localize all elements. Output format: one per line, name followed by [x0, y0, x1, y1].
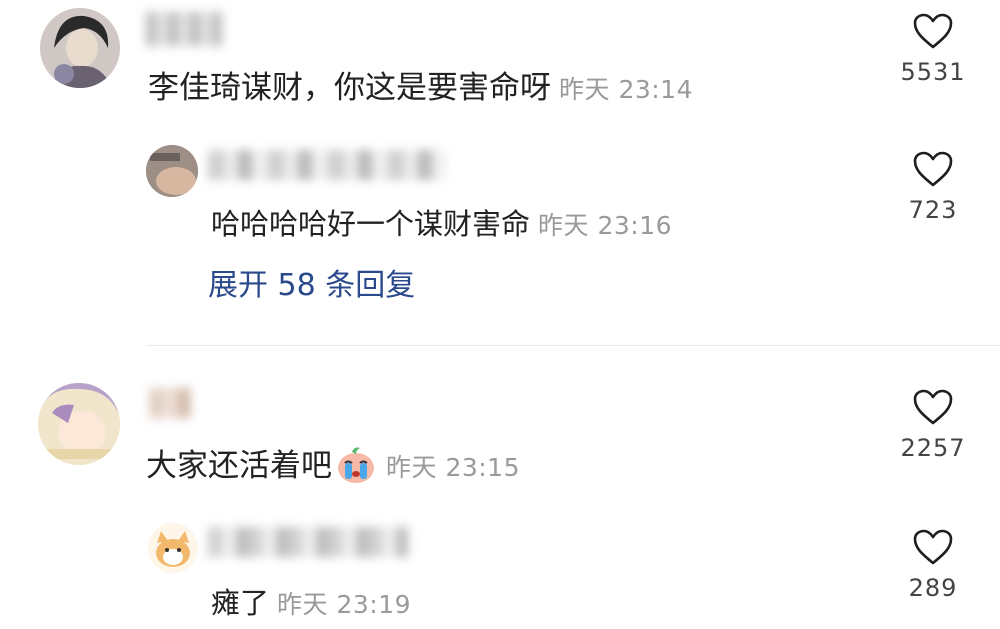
comment-body: 大家还活着吧	[146, 448, 332, 484]
reply-text: 哈哈哈哈好一个谋财害命 昨天 23:16	[211, 205, 672, 245]
avatar[interactable]	[38, 383, 120, 465]
heart-icon	[913, 151, 953, 187]
comment-time: 昨天 23:14	[559, 75, 693, 104]
reply-text: 瘫了 昨天 23:19	[211, 584, 411, 624]
like-button[interactable]: 289	[888, 528, 978, 602]
heart-icon	[913, 389, 953, 425]
username-blurred[interactable]	[208, 527, 408, 557]
comment-text: 大家还活着吧 昨天 23:15	[146, 444, 520, 494]
like-button[interactable]: 2257	[888, 388, 978, 462]
avatar[interactable]	[146, 145, 198, 197]
like-count: 723	[908, 196, 958, 224]
heart-icon	[913, 13, 953, 49]
comment-body: 李佳琦谋财，你这是要害命呀	[148, 70, 551, 106]
reply-time: 昨天 23:16	[538, 211, 673, 240]
username-blurred[interactable]	[208, 150, 446, 180]
expand-replies-link[interactable]: 展开 58 条回复	[208, 266, 415, 306]
like-count: 5531	[900, 58, 966, 86]
avatar[interactable]	[40, 8, 120, 88]
divider	[146, 345, 1000, 346]
comment-text: 李佳琦谋财，你这是要害命呀 昨天 23:14	[148, 68, 693, 110]
avatar[interactable]	[148, 523, 198, 573]
like-count: 289	[908, 574, 958, 602]
like-button[interactable]: 723	[888, 150, 978, 224]
comment-time: 昨天 23:15	[386, 453, 520, 482]
username-blurred[interactable]	[146, 12, 222, 46]
crying-face-emoji	[334, 444, 378, 494]
heart-icon	[913, 529, 953, 565]
like-count: 2257	[900, 434, 966, 462]
like-button[interactable]: 5531	[888, 12, 978, 86]
reply-time: 昨天 23:19	[277, 590, 412, 619]
reply-body: 哈哈哈哈好一个谋财害命	[211, 207, 531, 241]
username-blurred[interactable]	[150, 388, 190, 418]
reply-body: 瘫了	[211, 586, 270, 620]
